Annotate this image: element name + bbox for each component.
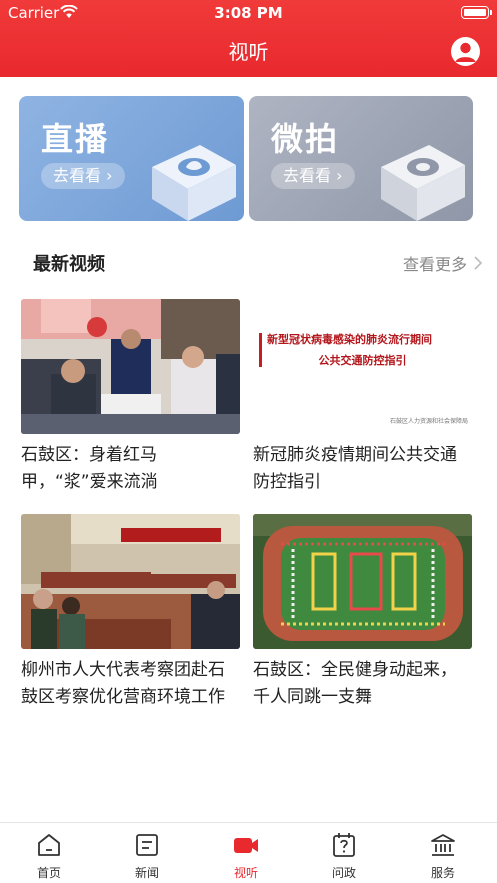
video-title: 石鼓区：身着红马甲，“浆”爱来流淌 <box>21 445 158 492</box>
user-icon <box>455 42 476 62</box>
see-more-label: 查看更多 <box>402 255 467 274</box>
micro-camera-illustration-icon <box>381 145 465 221</box>
status-bar: Carrier 3:08 PM <box>0 0 497 26</box>
chevron-right-icon: › <box>101 166 113 185</box>
live-camera-illustration-icon <box>152 145 236 221</box>
video-thumbnail[interactable]: 新型冠状病毒感染的肺炎流行期间 公共交通防控指引 石鼓区人力资源和社会保障局 <box>253 299 472 434</box>
blood-donation-photo <box>21 299 240 434</box>
top-header: Carrier 3:08 PM 视听 <box>0 0 497 77</box>
video-item[interactable]: 新型冠状病毒感染的肺炎流行期间 公共交通防控指引 石鼓区人力资源和社会保障局 新… <box>253 299 472 496</box>
tab-video-label: 视听 <box>233 866 258 880</box>
tab-home-label: 首页 <box>36 866 61 880</box>
tab-video[interactable]: 视听 <box>211 831 281 881</box>
video-item[interactable]: 柳州市人大代表考察团赴石鼓区考察优化营商环境工作 <box>21 514 240 711</box>
video-title: 柳州市人大代表考察团赴石鼓区考察优化营商环境工作 <box>21 660 225 707</box>
video-title: 石鼓区：全民健身动起来，千人同跳一支舞 <box>253 660 457 707</box>
video-camera-icon <box>234 838 258 853</box>
micro-card-title: 微拍 <box>271 120 340 158</box>
tab-service-label: 服务 <box>430 866 455 880</box>
status-time: 3:08 PM <box>214 4 283 22</box>
live-watch-label: 去看看 <box>53 166 102 185</box>
bottom-tab-bar: 首页 新闻 视听 问政 服务 <box>0 822 497 883</box>
tab-service[interactable]: 服务 <box>408 831 478 881</box>
tab-inquiry-label: 问政 <box>331 866 356 880</box>
question-calendar-icon <box>333 833 355 857</box>
live-watch-button[interactable]: 去看看 › <box>41 163 125 189</box>
chevron-right-icon: › <box>331 166 343 185</box>
video-thumbnail[interactable] <box>21 299 240 434</box>
app-screen: Carrier 3:08 PM 视听 直播 去看看 › 微拍 去看看 › 最新视… <box>0 0 497 883</box>
page-title: 视听 <box>228 40 269 64</box>
tab-inquiry[interactable]: 问政 <box>309 831 379 881</box>
home-icon <box>38 834 60 856</box>
micro-watch-label: 去看看 <box>283 166 332 185</box>
thumbnail-footer: 石鼓区人力资源和社会保障局 <box>389 418 468 425</box>
thumbnail-headline: 新型冠状病毒感染的肺炎流行期间 <box>267 333 432 346</box>
video-thumbnail[interactable] <box>253 514 472 649</box>
service-building-icon <box>431 834 455 856</box>
video-title: 新冠肺炎疫情期间公共交通防控指引 <box>253 445 457 492</box>
video-item[interactable]: 石鼓区：身着红马甲，“浆”爱来流淌 <box>21 299 240 496</box>
see-more-link[interactable]: 查看更多 <box>403 251 483 275</box>
profile-button[interactable] <box>451 37 480 66</box>
video-thumbnail[interactable] <box>21 514 240 649</box>
thumbnail-subheadline: 公共交通防控指引 <box>318 354 407 367</box>
live-card-title: 直播 <box>41 120 110 158</box>
live-card[interactable]: 直播 去看看 › <box>19 96 244 221</box>
micro-watch-button[interactable]: 去看看 › <box>271 163 355 189</box>
chevron-right-icon <box>474 256 483 270</box>
micro-video-card[interactable]: 微拍 去看看 › <box>249 96 473 221</box>
sports-field-photo <box>253 514 472 649</box>
latest-videos-heading: 最新视频 <box>33 254 105 275</box>
tab-news[interactable]: 新闻 <box>112 831 182 881</box>
tab-home[interactable]: 首页 <box>14 831 84 881</box>
tab-news-label: 新闻 <box>134 866 159 880</box>
meeting-room-photo <box>21 514 240 649</box>
news-icon <box>136 834 158 856</box>
battery-icon <box>461 6 492 19</box>
video-item[interactable]: 石鼓区：全民健身动起来，千人同跳一支舞 <box>253 514 472 711</box>
